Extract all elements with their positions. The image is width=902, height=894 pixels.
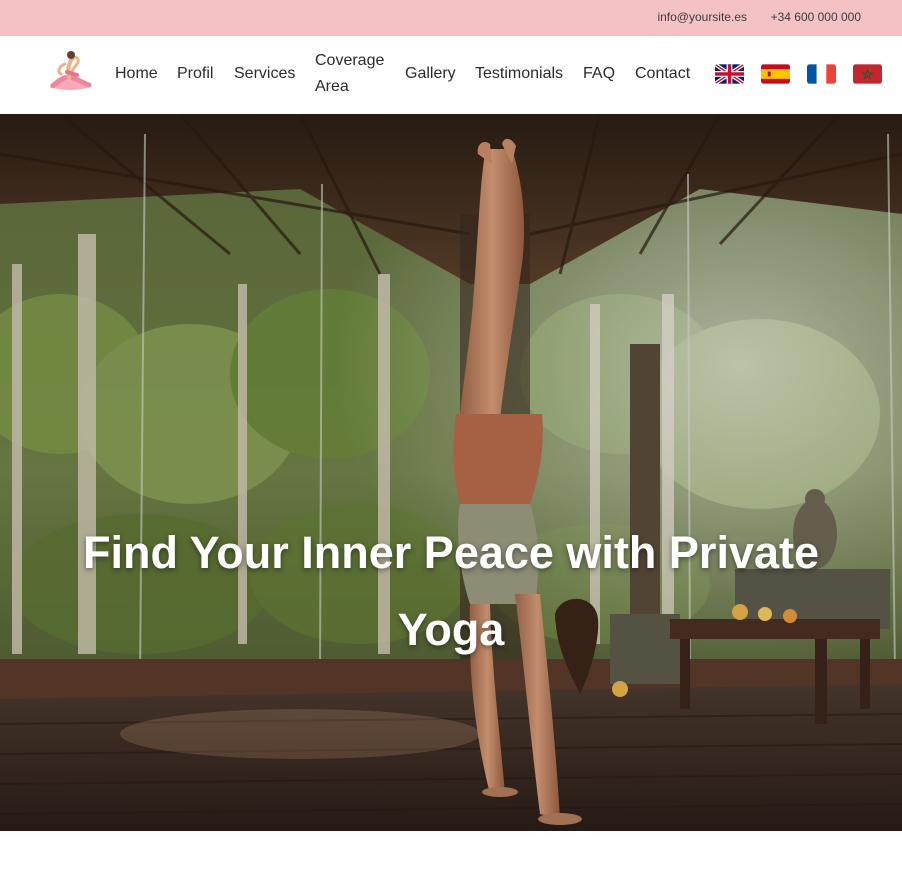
main-navigation: Home Profil Services Coverage Area Galle… [0, 36, 902, 114]
page-bottom-space [0, 831, 902, 894]
nav-testimonials[interactable]: Testimonials [475, 61, 563, 87]
contact-phone[interactable]: +34 600 000 000 [771, 10, 861, 24]
nav-gallery[interactable]: Gallery [405, 61, 456, 87]
nav-faq[interactable]: FAQ [583, 61, 615, 87]
morocco-flag-icon[interactable] [853, 64, 882, 84]
nav-home[interactable]: Home [115, 61, 158, 87]
nav-services[interactable]: Services [234, 61, 295, 87]
uk-flag-icon[interactable] [715, 64, 744, 84]
nav-contact[interactable]: Contact [635, 61, 690, 87]
nav-profil[interactable]: Profil [177, 61, 213, 87]
hero-title: Find Your Inner Peace with Private Yoga [40, 514, 862, 668]
hero-title-line-2: Yoga [397, 604, 505, 655]
nav-coverage-area-line2[interactable]: Area [315, 74, 349, 100]
hero-section: Find Your Inner Peace with Private Yoga [0, 114, 902, 831]
spain-flag-icon[interactable] [761, 64, 790, 84]
handstand-in-jungle-pavilion-photo [0, 114, 902, 831]
hero-title-line-1: Find Your Inner Peace with Private [82, 527, 820, 578]
yoga-pose-logo-icon[interactable] [47, 48, 93, 94]
contact-email[interactable]: info@yoursite.es [657, 10, 747, 24]
contact-bar: info@yoursite.es +34 600 000 000 [0, 0, 902, 36]
nav-coverage-area-line1[interactable]: Coverage [315, 48, 384, 74]
france-flag-icon[interactable] [807, 64, 836, 84]
